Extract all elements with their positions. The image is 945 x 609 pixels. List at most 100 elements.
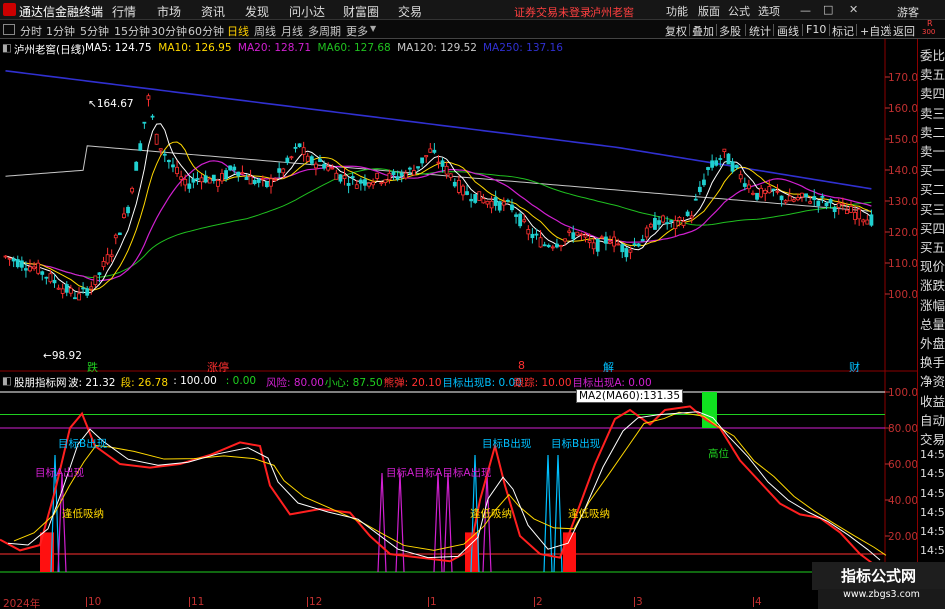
- candle-body: [358, 179, 363, 184]
- candle-body: [387, 172, 392, 180]
- candle-body: [158, 148, 163, 151]
- guest-label[interactable]: 游客: [897, 4, 919, 20]
- candle-body: [575, 231, 580, 236]
- menu-ask[interactable]: 问小达: [289, 3, 325, 20]
- menu-trade[interactable]: 交易: [398, 3, 422, 20]
- menu-discover[interactable]: 发现: [245, 3, 269, 20]
- login-notice[interactable]: 证券交易未登录: [514, 4, 591, 20]
- menu-function[interactable]: 功能: [666, 3, 688, 19]
- draw-line-button[interactable]: 画线: [777, 23, 799, 39]
- signal-text: 目标B出现: [58, 438, 108, 450]
- indicator-param: 目标出现B: 0.00: [442, 377, 522, 389]
- menu-news[interactable]: 资讯: [201, 3, 225, 20]
- timeframe-toolbar: 分时 1分钟 5分钟 15分钟 30分钟 60分钟 日线 周线 月线 多周期 更…: [0, 19, 945, 39]
- panel-badge-number: 300: [922, 28, 936, 36]
- side-quote-label: 总量: [920, 316, 945, 332]
- candle-body: [309, 156, 314, 164]
- close-icon[interactable]: ✕: [849, 3, 858, 16]
- mark-button[interactable]: 标记: [832, 23, 854, 39]
- tab-multi-period[interactable]: 多周期: [308, 23, 341, 39]
- chevron-down-icon[interactable]: ▼: [370, 24, 376, 33]
- menu-options[interactable]: 选项: [758, 3, 780, 19]
- candle-body: [530, 233, 535, 239]
- tab-more[interactable]: 更多: [346, 23, 368, 39]
- indicator-param: 熊弹: 20.10: [383, 377, 442, 389]
- candle-body: [657, 220, 661, 225]
- tab-30min[interactable]: 30分钟: [151, 23, 187, 39]
- x-axis-label: 12: [309, 596, 323, 608]
- signal-text: 目标B出现: [551, 438, 601, 450]
- candle-body: [395, 176, 400, 180]
- high-price-label: ↖164.67: [88, 98, 134, 110]
- candle-body: [555, 243, 559, 248]
- x-axis-tick: [428, 597, 429, 607]
- tab-daily[interactable]: 日线: [227, 23, 249, 39]
- chart-toggle-icon[interactable]: ◧: [2, 42, 12, 54]
- menu-layout[interactable]: 版面: [698, 3, 720, 19]
- f10-button[interactable]: F10: [806, 23, 826, 36]
- candle-body: [865, 219, 870, 225]
- tab-1min[interactable]: 1分钟: [46, 23, 75, 39]
- candle-body: [179, 176, 184, 180]
- tab-timeshare[interactable]: 分时: [20, 23, 42, 39]
- candle-body: [117, 232, 122, 236]
- side-quote-label: 自动: [920, 412, 945, 428]
- overlay-button[interactable]: 叠加: [692, 23, 714, 39]
- indicator-name[interactable]: 股朋指标网: [14, 375, 67, 390]
- candle-body: [787, 195, 792, 202]
- indicator-chart[interactable]: 100.00 80.00 60.00 40.00 20.00: [0, 372, 917, 597]
- ma-legend-item: MA5: 124.75: [85, 42, 152, 54]
- candle-body: [175, 166, 179, 175]
- candle-body: [150, 115, 155, 118]
- candle-body: [436, 161, 441, 164]
- menu-quotes[interactable]: 行情: [112, 3, 136, 20]
- menu-market[interactable]: 市场: [157, 3, 181, 20]
- candle-body: [861, 219, 866, 223]
- chevron-down-icon[interactable]: ▼: [75, 43, 81, 52]
- candle-body: [583, 234, 588, 238]
- statistics-button[interactable]: 统计: [749, 23, 771, 39]
- maximize-icon[interactable]: □: [823, 3, 833, 16]
- candle-body: [632, 243, 637, 246]
- tab-monthly[interactable]: 月线: [281, 23, 303, 39]
- multi-stock-button[interactable]: 多股: [719, 23, 741, 39]
- menu-wealth[interactable]: 财富圈: [343, 3, 379, 20]
- signal-text: 目标B出现: [482, 438, 532, 450]
- ma-legend-item: MA20: 128.71: [237, 42, 312, 54]
- candlestick-chart[interactable]: 170.00 160.00 150.00 140.00 130.00 120.00 110.…: [0, 39, 917, 372]
- candle-body: [563, 238, 567, 242]
- candle-body: [456, 179, 461, 193]
- candle-body: [24, 268, 28, 271]
- ind-y-tick-label: 40.00: [888, 495, 917, 507]
- side-quote-label: 买四: [920, 220, 945, 236]
- candle-body: [318, 158, 322, 163]
- candle-body: [452, 181, 457, 187]
- candle-body: [734, 164, 739, 168]
- menu-formula[interactable]: 公式: [728, 3, 750, 19]
- candle-body: [350, 176, 355, 179]
- divider: [689, 24, 690, 36]
- candle-body: [714, 160, 719, 166]
- candle-body: [840, 203, 845, 206]
- side-quote-label: 涨幅: [920, 297, 945, 313]
- ma-legend-item: MA120: 129.52: [397, 42, 477, 54]
- candle-body: [403, 172, 408, 179]
- tab-15min[interactable]: 15分钟: [114, 23, 150, 39]
- candle-body: [11, 258, 16, 262]
- candle-body: [142, 121, 147, 124]
- restore-rights-button[interactable]: 复权: [665, 23, 687, 39]
- tab-5min[interactable]: 5分钟: [80, 23, 109, 39]
- tab-60min[interactable]: 60分钟: [188, 23, 224, 39]
- candle-body: [220, 173, 224, 182]
- candle-body: [718, 158, 723, 160]
- app-title: 通达信金融终端: [19, 5, 104, 19]
- candle-body: [109, 254, 114, 257]
- candle-body: [232, 166, 237, 171]
- candle-body: [816, 200, 821, 206]
- indicator-toggle-icon[interactable]: ◧: [2, 375, 12, 387]
- y-tick-label: 170.00: [888, 72, 917, 84]
- tab-weekly[interactable]: 周线: [254, 23, 276, 39]
- back-button[interactable]: 返回: [893, 23, 915, 39]
- add-watchlist-button[interactable]: +自选: [860, 23, 891, 39]
- minimize-icon[interactable]: —: [800, 4, 811, 17]
